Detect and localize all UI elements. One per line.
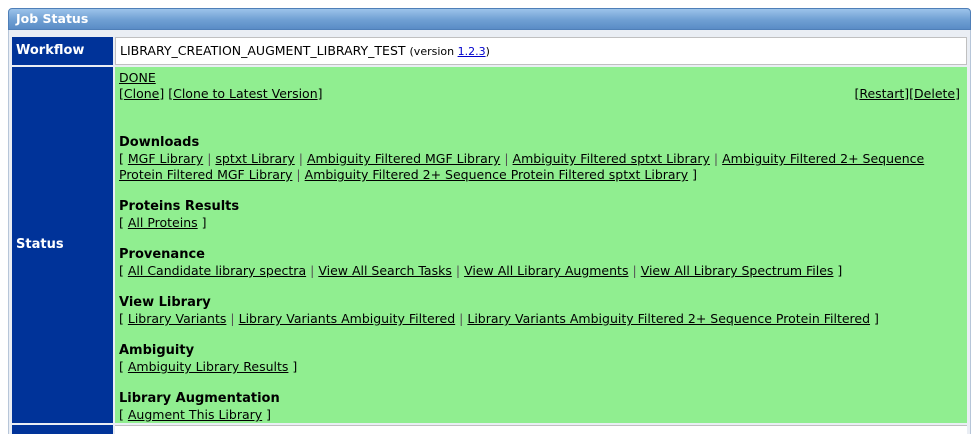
downloads-links: [ MGF Library | sptxt Library | Ambiguity Fi… [119,151,925,182]
ambiguity-section: Ambiguity [ Ambiguity Library Results ] [119,343,967,375]
augmentation-section: Library Augmentation [ Augment This Libr… [119,391,967,423]
section-link[interactable]: Augment This Library [128,407,262,422]
section-link[interactable]: All Proteins [128,215,198,230]
proteins-title: Proteins Results [119,199,240,214]
link-separator: | [310,263,315,278]
job-status-title-bar: Job Status [8,8,971,30]
link-separator: | [296,167,301,182]
link-separator: | [713,151,719,166]
workflow-value: LIBRARY_CREATION_AUGMENT_LIBRARY_TEST (v… [115,37,967,65]
ambiguity-title: Ambiguity [119,343,195,358]
proteins-links: [ All Proteins ] [119,215,207,230]
link-separator: | [504,151,509,166]
link-separator: | [632,263,637,278]
section-link[interactable]: sptxt Library [215,151,294,166]
delete-link[interactable]: Delete [914,86,955,101]
next-row-value [115,425,967,434]
section-link[interactable]: Ambiguity Library Results [128,359,289,374]
section-link[interactable]: All Candidate library spectra [128,263,306,278]
link-separator: | [298,151,303,166]
view-library-section: View Library [ Library Variants | Library … [119,295,967,327]
job-actions: [Restart][Delete] [854,86,960,101]
view-library-title: View Library [119,295,211,310]
provenance-links: [ All Candidate library spectra | View All… [119,263,843,278]
link-separator: | [230,311,235,326]
augmentation-title: Library Augmentation [119,391,280,406]
workflow-name: LIBRARY_CREATION_AUGMENT_LIBRARY_TEST [120,43,406,58]
section-link[interactable]: Ambiguity Filtered 2+ Sequence Protein F… [305,167,688,182]
status-label: Status [12,67,113,423]
next-row-label [12,425,113,434]
section-link[interactable]: View All Search Tasks [318,263,452,278]
section-link[interactable]: Library Variants [128,311,227,326]
proteins-section: Proteins Results [ All Proteins ] [119,199,967,231]
section-link[interactable]: Ambiguity Filtered MGF Library [307,151,500,166]
clone-latest-link[interactable]: Clone to Latest Version [173,86,318,101]
section-link[interactable]: Library Variants Ambiguity Filtered [239,311,456,326]
link-separator: | [207,151,212,166]
workflow-version-link[interactable]: 1.2.3 [458,45,486,58]
link-separator: | [455,263,461,278]
provenance-title: Provenance [119,247,205,262]
downloads-title: Downloads [119,135,200,150]
workflow-label: Workflow [12,37,113,65]
section-link[interactable]: View All Library Spectrum Files [641,263,834,278]
section-link[interactable]: View All Library Augments [464,263,628,278]
section-link[interactable]: MGF Library [128,151,203,166]
status-done-link[interactable]: DONE [119,70,156,85]
view-library-links: [ Library Variants | Library Variants Ambi… [119,311,879,326]
downloads-section: Downloads [ MGF Library | sptxt Library | Am… [119,135,967,183]
clone-actions: [Clone] [Clone to Latest Version] [119,86,323,101]
restart-link[interactable]: Restart [859,86,904,101]
link-separator: | [459,311,464,326]
provenance-section: Provenance [ All Candidate library spect… [119,247,967,279]
panel-title: Job Status [16,11,89,26]
ambiguity-links: [ Ambiguity Library Results ] [119,359,298,374]
section-link[interactable]: Library Variants Ambiguity Filtered 2+ S… [467,311,870,326]
clone-link[interactable]: Clone [124,86,159,101]
section-link[interactable]: Ambiguity Filtered sptxt Library [513,151,710,166]
workflow-version: (version 1.2.3) [409,45,490,58]
augmentation-links: [ Augment This Library ] [119,407,272,422]
status-panel: DONE [Clone] [Clone to Latest Version] [… [115,67,967,423]
